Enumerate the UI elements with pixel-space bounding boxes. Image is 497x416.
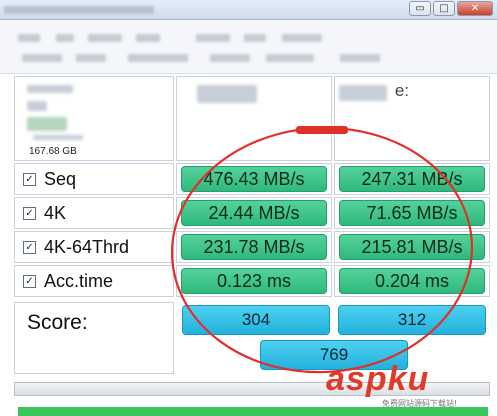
read-score: 304 [182,305,330,335]
minimize-button[interactable]: ▭ [409,1,431,16]
4k-64thrd-label: 4K-64Thrd [44,236,130,257]
4k-read-value: 24.44 MB/s [181,200,327,226]
row-label-4k-64thrd: ✓ 4K-64Thrd [14,231,174,263]
seq-checkbox[interactable]: ✓ [23,172,36,186]
blurred-title [4,6,154,14]
write-header-suffix: e: [394,81,409,100]
maximize-button[interactable]: □ [433,1,455,16]
seq-label: Seq [44,168,77,189]
seq-read-value: 476.43 MB/s [181,166,327,192]
4k-64thrd-read-value: 231.78 MB/s [181,234,327,260]
row-label-4k: ✓ 4K [14,197,174,229]
4k-64thrd-write-cell: 215.81 MB/s [334,231,490,263]
score-label: Score: [27,311,88,334]
read-column-header [176,76,332,161]
seq-write-cell: 247.31 MB/s [334,163,490,195]
window-controls: ▭ □ ✕ [409,1,493,16]
drive-info-panel: 167.68 GB [14,76,174,161]
4k-write-cell: 71.65 MB/s [334,197,490,229]
window-titlebar: ▭ □ ✕ [0,0,497,20]
4k-64thrd-checkbox[interactable]: ✓ [23,240,36,254]
aspku-watermark: aspku 免费网站源码下载站! [326,360,496,410]
drive-capacity: 167.68 GB [29,146,77,157]
4k-64thrd-read-cell: 231.78 MB/s [176,231,332,263]
blurred-toolbar [0,20,497,74]
score-label-box: Score: [14,302,174,374]
4k-64thrd-write-value: 215.81 MB/s [339,234,485,260]
4k-read-cell: 24.44 MB/s [176,197,332,229]
red-highlight-marker [296,126,348,134]
write-column-header [334,76,490,161]
write-score: 312 [338,305,486,335]
row-label-acc-time: ✓ Acc.time [14,265,174,297]
seq-read-cell: 476.43 MB/s [176,163,332,195]
acc-time-checkbox[interactable]: ✓ [23,274,36,288]
watermark-subtitle: 免费网站源码下载站! [382,399,458,408]
close-button[interactable]: ✕ [457,1,493,16]
acc-time-write-cell: 0.204 ms [334,265,490,297]
4k-checkbox[interactable]: ✓ [23,206,36,220]
acc-time-read-value: 0.123 ms [181,268,327,294]
watermark-brand: aspku [326,360,430,398]
acc-time-label: Acc.time [44,270,114,291]
4k-label: 4K [44,202,67,223]
seq-write-value: 247.31 MB/s [339,166,485,192]
acc-time-read-cell: 0.123 ms [176,265,332,297]
acc-time-write-value: 0.204 ms [339,268,485,294]
4k-write-value: 71.65 MB/s [339,200,485,226]
row-label-seq: ✓ Seq [14,163,174,195]
